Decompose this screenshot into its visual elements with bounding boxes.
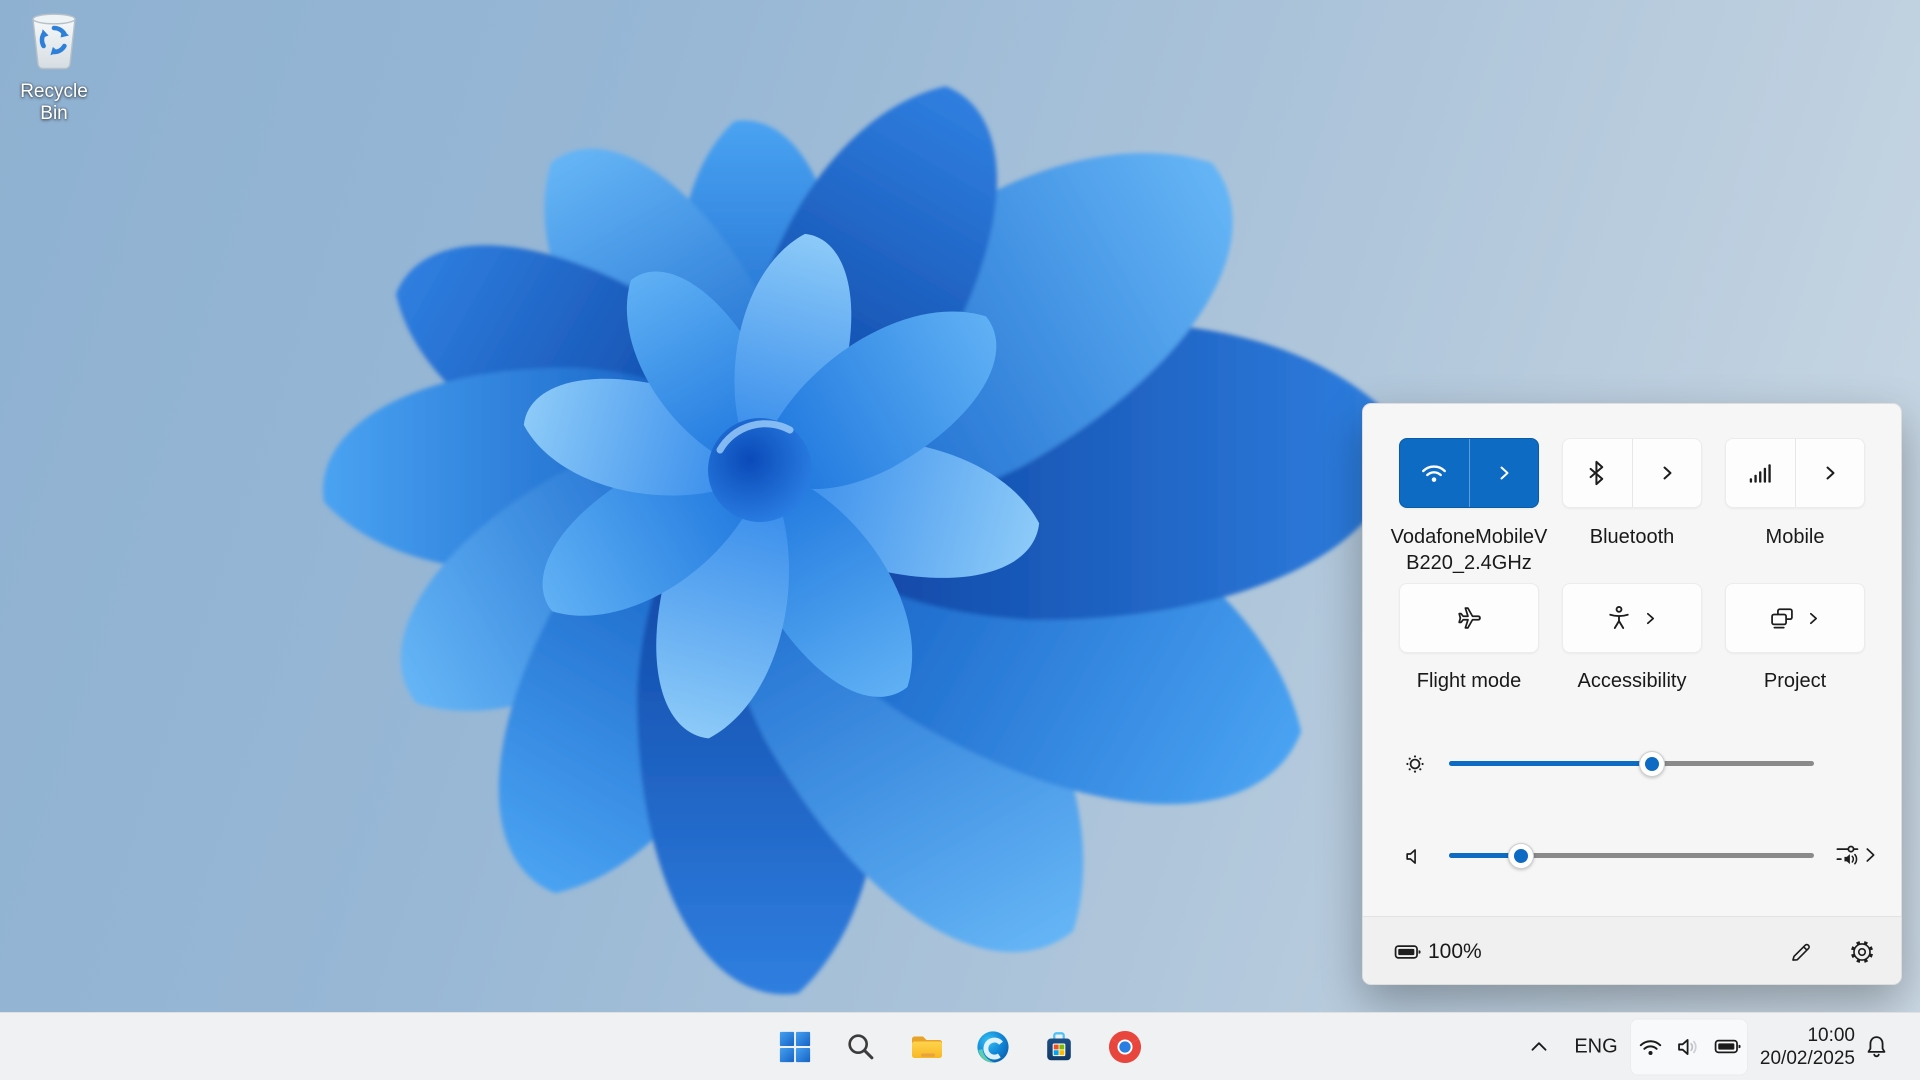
volume-icon: [1675, 1033, 1702, 1060]
chevron-up-icon: [1527, 1035, 1551, 1059]
mobile-expand-button[interactable]: [1795, 439, 1865, 507]
settings-gear-icon: [1849, 939, 1875, 965]
bluetooth-toggle-button[interactable]: [1563, 439, 1632, 507]
edge-button[interactable]: [974, 1028, 1012, 1066]
chevron-right-icon: [1859, 844, 1881, 866]
chrome-icon: [1108, 1030, 1142, 1064]
language-indicator[interactable]: ENG: [1572, 1035, 1620, 1058]
desktop-screen: Recycle Bin: [0, 0, 1920, 1080]
edit-quick-settings-button[interactable]: [1780, 931, 1822, 973]
audio-output-mixer-icon: [1835, 842, 1861, 868]
wifi-icon: [1419, 458, 1449, 488]
audio-output-button[interactable]: [1835, 842, 1861, 873]
chevron-right-icon: [1492, 461, 1516, 485]
brightness-slider[interactable]: [1449, 761, 1814, 766]
brightness-slider-thumb[interactable]: [1639, 751, 1665, 777]
accessibility-person-icon: [1605, 604, 1633, 632]
chevron-right-icon: [1818, 461, 1842, 485]
brightness-slider-fill: [1449, 761, 1653, 766]
quick-settings-panel: VodafoneMobileV B220_2.4GHz Bluetooth Mo…: [1362, 403, 1902, 985]
audio-output-expand-chevron[interactable]: [1859, 844, 1881, 871]
bluetooth-expand-button[interactable]: [1632, 439, 1702, 507]
edit-pen-icon: [1788, 939, 1814, 965]
notifications-button[interactable]: [1860, 1033, 1892, 1060]
recycle-bin-label: Recycle Bin: [8, 81, 100, 125]
microsoft-store-button[interactable]: [1040, 1028, 1078, 1066]
wifi-network-line2: B220_2.4GHz: [1406, 552, 1532, 574]
chevron-right-icon: [1805, 610, 1822, 627]
wifi-tile-label: VodafoneMobileV B220_2.4GHz: [1384, 524, 1554, 576]
bluetooth-tile: [1562, 438, 1702, 508]
volume-speaker-icon: [1403, 844, 1428, 869]
edge-icon: [976, 1030, 1010, 1064]
wifi-network-line1: VodafoneMobileV: [1391, 526, 1548, 548]
flight-mode-label: Flight mode: [1384, 668, 1554, 694]
mobile-tile-label: Mobile: [1710, 524, 1880, 550]
brightness-sun-icon: [1402, 751, 1428, 782]
bluetooth-icon: [1583, 459, 1611, 487]
bell-icon: [1863, 1033, 1890, 1060]
chevron-right-icon: [1655, 461, 1679, 485]
wifi-icon: [1637, 1033, 1664, 1060]
battery-icon: [1393, 938, 1421, 966]
accessibility-label: Accessibility: [1547, 668, 1717, 694]
file-explorer-icon: [909, 1029, 945, 1065]
clock-date: 20/02/2025: [1729, 1047, 1855, 1070]
volume-slider-thumb[interactable]: [1508, 843, 1534, 869]
airplane-icon: [1455, 604, 1483, 632]
battery-percent-label: 100%: [1428, 940, 1482, 964]
taskbar-center-icons: [776, 1013, 1144, 1080]
wifi-toggle-button[interactable]: [1400, 439, 1469, 507]
quick-settings-footer: 100%: [1363, 916, 1901, 984]
recycle-bin[interactable]: Recycle Bin: [8, 12, 100, 125]
battery-status[interactable]: 100%: [1393, 917, 1482, 987]
clock-time: 10:00: [1729, 1024, 1855, 1047]
microsoft-store-icon: [1042, 1030, 1076, 1064]
mobile-tile: [1725, 438, 1865, 508]
wifi-tile: [1399, 438, 1539, 508]
tray-overflow-button[interactable]: [1524, 1035, 1554, 1059]
file-explorer-button[interactable]: [908, 1028, 946, 1066]
brightness-sun-icon: [1402, 751, 1428, 777]
bluetooth-tile-label: Bluetooth: [1547, 524, 1717, 550]
recycle-bin-icon: [28, 12, 80, 72]
search-button[interactable]: [842, 1028, 880, 1066]
wifi-expand-button[interactable]: [1469, 439, 1539, 507]
start-icon: [778, 1030, 812, 1064]
search-icon: [844, 1030, 878, 1064]
clock[interactable]: 10:00 20/02/2025: [1729, 1024, 1855, 1070]
settings-button[interactable]: [1841, 931, 1883, 973]
project-label: Project: [1710, 668, 1880, 694]
accessibility-tile[interactable]: [1562, 583, 1702, 653]
start-button[interactable]: [776, 1028, 814, 1066]
cellular-bars-icon: [1746, 459, 1774, 487]
mobile-toggle-button[interactable]: [1726, 439, 1795, 507]
volume-slider-fill: [1449, 853, 1522, 858]
project-screens-icon: [1768, 604, 1796, 632]
taskbar: ENG 10:00 20/02/2025: [0, 1012, 1920, 1080]
project-tile[interactable]: [1725, 583, 1865, 653]
chrome-button[interactable]: [1106, 1028, 1144, 1066]
chevron-right-icon: [1642, 610, 1659, 627]
volume-slider[interactable]: [1449, 853, 1814, 858]
volume-speaker-icon: [1403, 844, 1428, 874]
flight-mode-tile[interactable]: [1399, 583, 1539, 653]
